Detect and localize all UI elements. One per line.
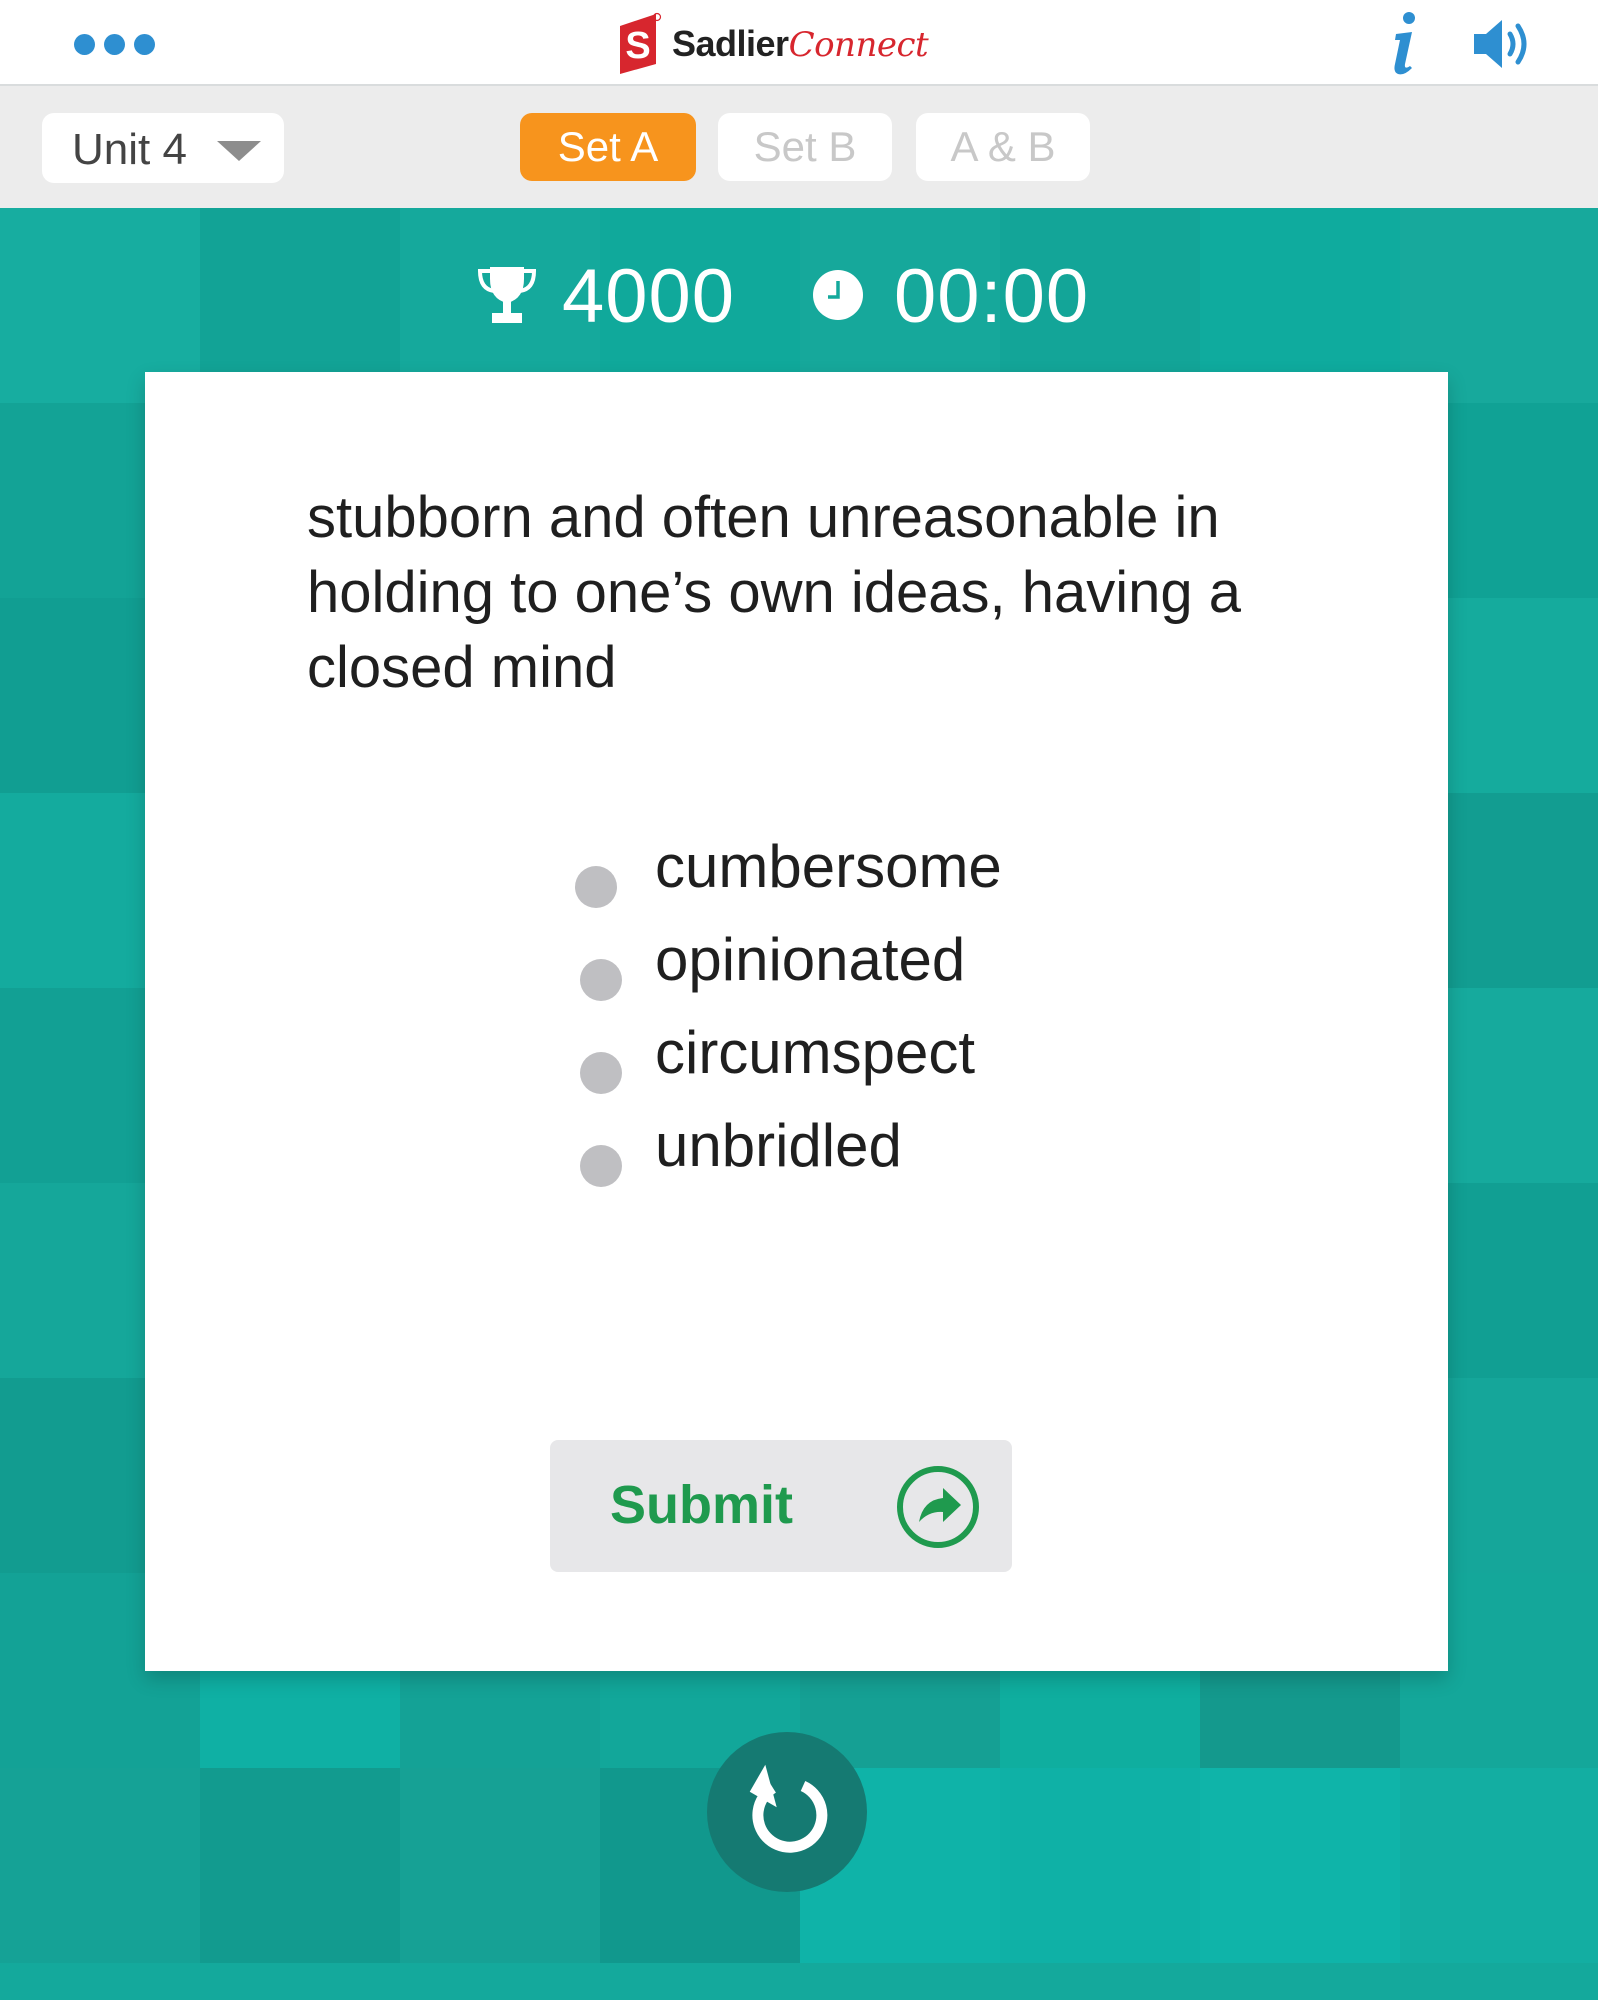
- radio-button[interactable]: [580, 959, 622, 1001]
- answer-option-label: opinionated: [655, 926, 966, 993]
- answer-option-label: unbridled: [655, 1112, 902, 1179]
- unit-dropdown-value: Unit 4: [72, 125, 187, 174]
- chevron-down-icon: [217, 141, 261, 161]
- score-value: 4000: [562, 254, 736, 339]
- toolbar: Unit 4 Set A Set B A & B: [0, 86, 1598, 208]
- answer-options: cumbersome opinionated circumspect unbri…: [575, 832, 1175, 1204]
- unit-dropdown[interactable]: Unit 4: [42, 113, 284, 183]
- tab-set-a-and-b[interactable]: A & B: [916, 113, 1090, 181]
- answer-option-label: cumbersome: [655, 833, 1002, 900]
- logo-product-text: Connect: [788, 25, 929, 65]
- more-dots-icon[interactable]: [74, 32, 160, 56]
- bg-tile: [200, 1768, 400, 1963]
- sadlier-connect-logo: S SadlierConnect: [616, 8, 929, 80]
- radio-button[interactable]: [575, 866, 617, 908]
- answer-option[interactable]: circumspect: [575, 1018, 1175, 1111]
- trophy-icon: [478, 267, 536, 323]
- bg-tile: [1200, 1768, 1400, 1963]
- radio-button[interactable]: [580, 1145, 622, 1187]
- menu-dot: [134, 33, 155, 55]
- bg-tile: [400, 1768, 600, 1963]
- question-card: stubborn and often unreasonable in holdi…: [145, 372, 1448, 1671]
- timer-value: 00:00: [894, 254, 1090, 339]
- sadlier-logo-mark-icon: S: [620, 12, 662, 74]
- clock-icon: [813, 270, 863, 320]
- answer-option[interactable]: unbridled: [575, 1111, 1175, 1204]
- tab-set-a[interactable]: Set A: [520, 113, 696, 181]
- bg-tile: [1400, 1768, 1598, 1963]
- submit-button[interactable]: Submit: [550, 1440, 1012, 1572]
- menu-dot: [104, 33, 125, 55]
- score-bar: 4000 00:00: [470, 245, 1170, 341]
- reset-icon: [749, 1764, 828, 1853]
- tab-set-b[interactable]: Set B: [718, 113, 892, 181]
- radio-button[interactable]: [580, 1052, 622, 1094]
- answer-option[interactable]: opinionated: [575, 925, 1175, 1018]
- answer-option-label: circumspect: [655, 1019, 976, 1086]
- submit-label: Submit: [610, 1475, 793, 1535]
- menu-dot: [74, 33, 95, 55]
- logo-brand-text: Sadlier: [672, 23, 789, 64]
- logo-wordmark: SadlierConnect: [672, 23, 929, 65]
- answer-option[interactable]: cumbersome: [575, 832, 1175, 925]
- reset-button[interactable]: [707, 1732, 867, 1892]
- top-bar: S SadlierConnect: [0, 0, 1598, 86]
- share-arrow-icon: [897, 1466, 979, 1548]
- question-definition: stubborn and often unreasonable in holdi…: [307, 485, 1242, 700]
- logo-mark-letter: S: [625, 25, 650, 67]
- bg-tile: [1000, 1768, 1200, 1963]
- speaker-icon[interactable]: [1468, 12, 1538, 76]
- bg-tile: [0, 1768, 200, 1963]
- info-icon[interactable]: [1386, 8, 1422, 78]
